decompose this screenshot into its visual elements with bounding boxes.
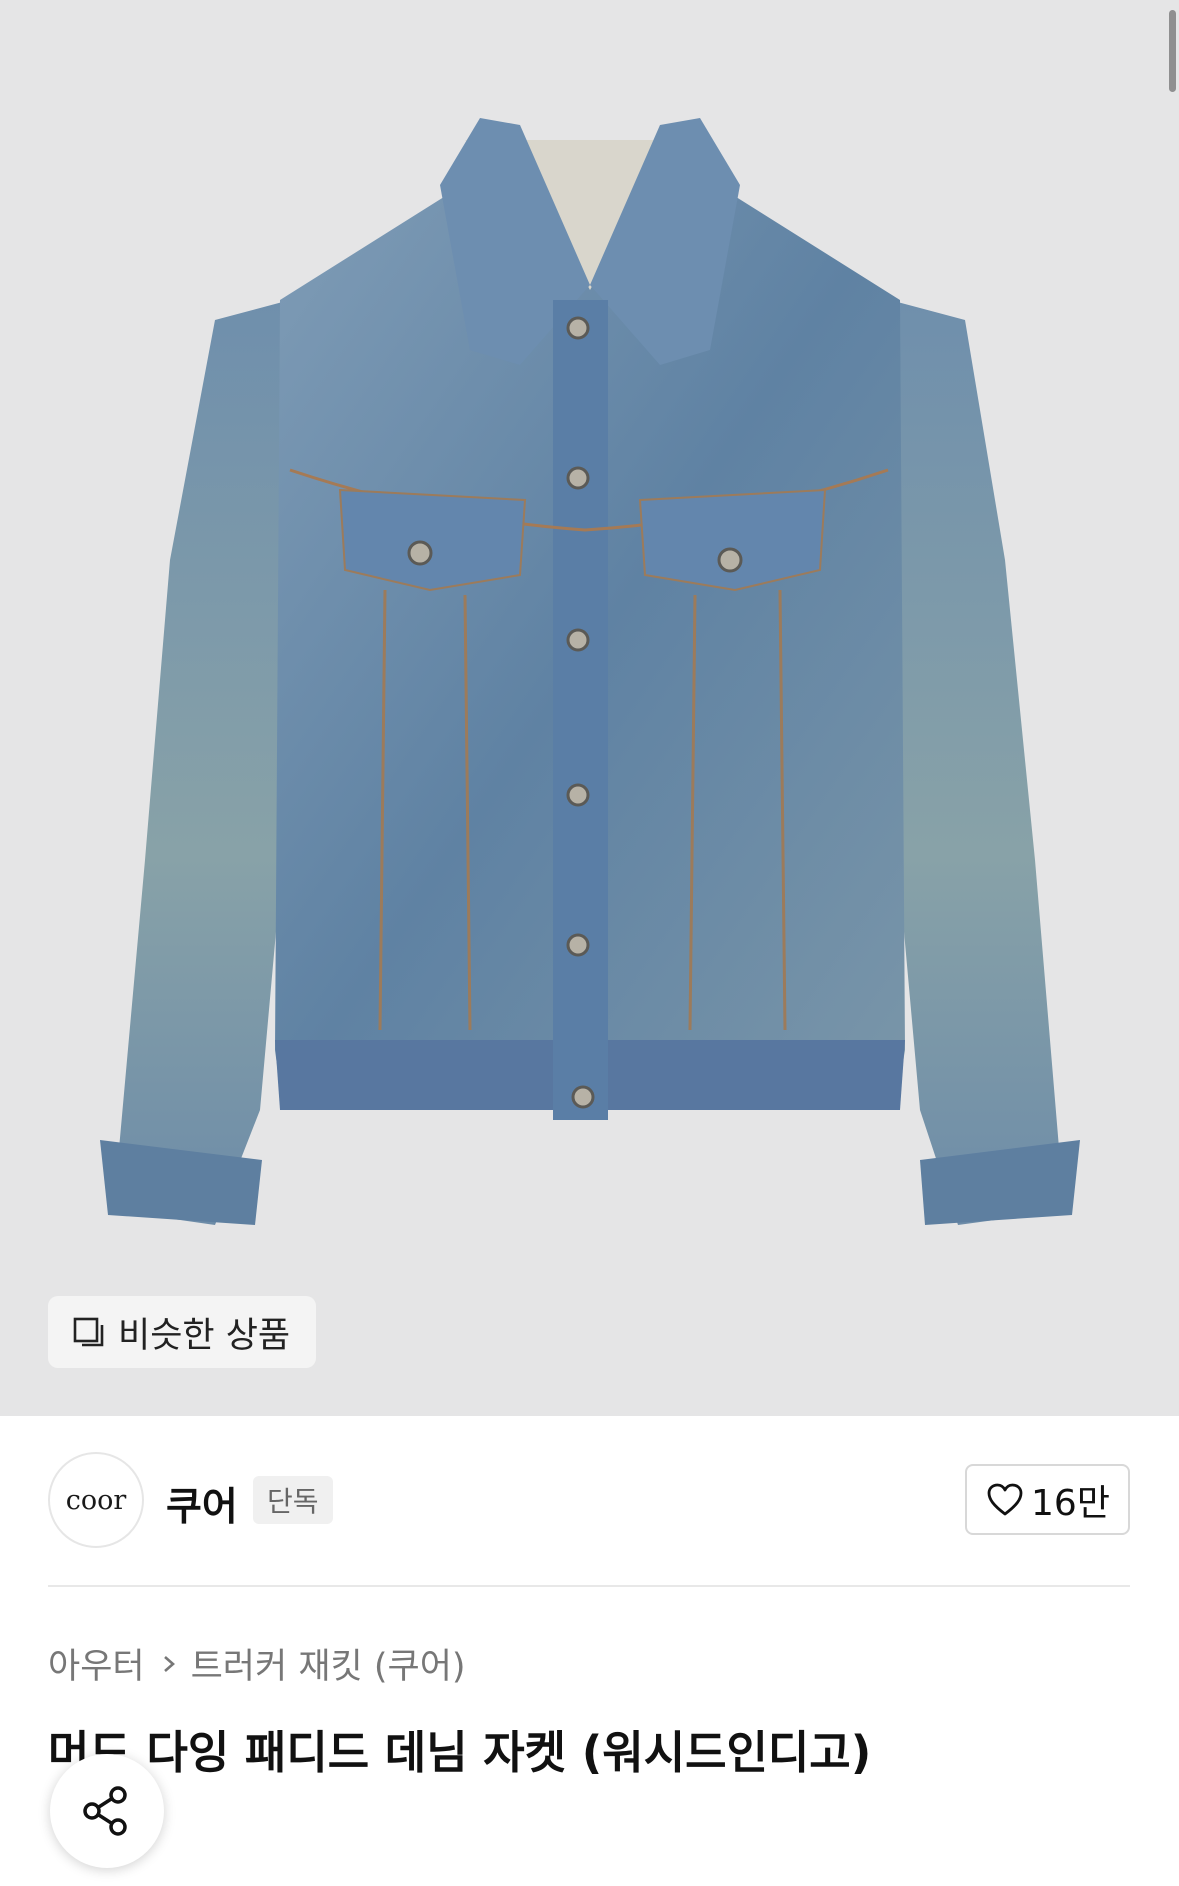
exclusive-badge: 단독: [253, 1476, 333, 1524]
similar-products-label: 비슷한 상품: [118, 1315, 291, 1356]
similar-icon: [73, 1317, 104, 1347]
brand-row: coor 쿠어 단독 16만: [0, 1416, 1179, 1586]
like-count: 16만: [1031, 1482, 1110, 1524]
exclusive-badge-label: 단독: [267, 1485, 319, 1518]
share-button[interactable]: [50, 1754, 164, 1868]
breadcrumb: 아우터 트러커 재킷 (쿠어): [48, 1638, 466, 1689]
product-title: 머드 다잉 패디드 데님 자켓 (워시드인디고): [48, 1726, 872, 1779]
share-icon: [83, 1786, 127, 1836]
heart-icon: [987, 1483, 1023, 1515]
like-button[interactable]: 16만: [965, 1464, 1130, 1535]
breadcrumb-item-trucker-jacket[interactable]: 트러커 재킷 (쿠어): [191, 1638, 466, 1689]
brand-name[interactable]: 쿠어: [166, 1476, 238, 1532]
chevron-right-icon: [163, 1655, 175, 1672]
brand-logo-text: coor: [65, 1484, 127, 1516]
similar-products-button[interactable]: 비슷한 상품: [48, 1296, 316, 1368]
image-scrollbar[interactable]: [1169, 10, 1176, 92]
brand-logo[interactable]: coor: [48, 1452, 144, 1548]
product-image-area[interactable]: 비슷한 상품: [0, 0, 1179, 1416]
breadcrumb-item-outer[interactable]: 아우터: [48, 1638, 145, 1689]
product-photo-denim-jacket: [100, 118, 1080, 1225]
divider: [48, 1585, 1130, 1587]
